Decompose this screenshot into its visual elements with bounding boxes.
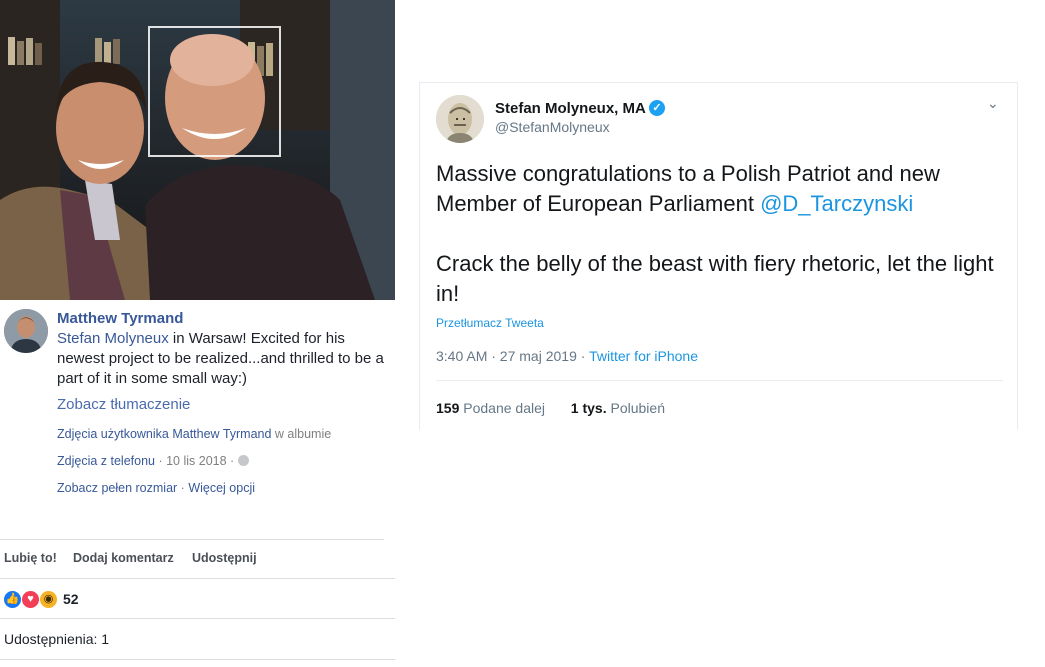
tagged-person-link[interactable]: Stefan Molyneux xyxy=(57,330,169,347)
retweets-stat[interactable]: 159 Podane dalej xyxy=(436,400,545,416)
post-date: · 10 lis 2018 · xyxy=(154,454,238,468)
tweet-text: Massive congratulations to a Polish Patr… xyxy=(436,159,996,309)
post-actions: Lubię to! Dodaj komentarz Udostępnij xyxy=(0,539,384,578)
tweet-text-line2: Crack the belly of the beast with fiery … xyxy=(436,251,994,306)
comment-button[interactable]: Dodaj komentarz xyxy=(73,551,174,565)
album-name-link[interactable]: Zdjęcia z telefonu xyxy=(57,454,155,468)
tweet-display-name[interactable]: Stefan Molyneux, MA xyxy=(495,100,646,117)
full-size-link[interactable]: Zobacz pełen rozmiar xyxy=(57,481,177,495)
tweet-stats: 159 Podane dalej 1 tys. Polubień xyxy=(436,400,665,416)
post-text: Stefan Molyneux in Warsaw! Excited for h… xyxy=(57,329,387,389)
timestamp-text[interactable]: 3:40 AM · 27 maj 2019 · xyxy=(436,348,589,364)
likes-label: Polubień xyxy=(610,400,665,416)
album-suffix: w albumie xyxy=(271,427,332,441)
like-reaction-icon: 👍 xyxy=(3,590,22,609)
shares-bar[interactable]: Udostępnienia: 1 xyxy=(0,618,395,660)
photo-options-line: Zobacz pełen rozmiar · Więcej opcji xyxy=(57,481,255,495)
author-name[interactable]: Matthew Tyrmand xyxy=(57,310,183,327)
see-translation-link[interactable]: Zobacz tłumaczenie xyxy=(57,396,190,413)
tweet-handle[interactable]: @StefanMolyneux xyxy=(495,119,610,135)
translate-tweet-link[interactable]: Przetłumacz Tweeta xyxy=(436,316,544,330)
reactions-bar[interactable]: 👍 ♥ ◉ 52 xyxy=(0,578,395,619)
likes-count: 1 tys. xyxy=(570,400,607,416)
more-options-link[interactable]: Więcej opcji xyxy=(188,481,255,495)
face-tag-box[interactable] xyxy=(148,26,281,157)
tweet-source-link[interactable]: Twitter for iPhone xyxy=(589,348,698,364)
mention-link[interactable]: @D_Tarczynski xyxy=(760,191,913,216)
album-date-line: Zdjęcia z telefonu · 10 lis 2018 · xyxy=(57,454,249,468)
facebook-post: Matthew Tyrmand Stefan Molyneux in Warsa… xyxy=(0,0,395,667)
tweet-card: Stefan Molyneux, MA ✓ @StefanMolyneux ⌄ … xyxy=(419,82,1018,430)
like-button[interactable]: Lubię to! xyxy=(4,551,57,565)
wow-reaction-icon: ◉ xyxy=(39,590,58,609)
retweets-count: 159 xyxy=(436,400,460,416)
album-owner-link[interactable]: Zdjęcia użytkownika Matthew Tyrmand xyxy=(57,427,271,441)
options-separator: · xyxy=(177,481,189,495)
post-photo[interactable] xyxy=(0,0,395,300)
tweet-avatar[interactable] xyxy=(436,95,484,143)
share-button[interactable]: Udostępnij xyxy=(192,551,257,565)
tweet-timestamp: 3:40 AM · 27 maj 2019 · Twitter for iPho… xyxy=(436,348,698,364)
author-avatar[interactable] xyxy=(4,309,48,353)
likes-stat[interactable]: 1 tys. Polubień xyxy=(571,400,665,416)
chevron-down-icon[interactable]: ⌄ xyxy=(987,95,999,112)
reaction-count: 52 xyxy=(63,591,79,607)
retweets-label: Podane dalej xyxy=(463,400,545,416)
globe-icon xyxy=(237,455,249,466)
verified-badge-icon: ✓ xyxy=(649,100,665,116)
shares-count: Udostępnienia: 1 xyxy=(4,631,110,647)
love-reaction-icon: ♥ xyxy=(21,590,40,609)
album-line: Zdjęcia użytkownika Matthew Tyrmand w al… xyxy=(57,427,331,441)
divider xyxy=(436,380,1003,381)
